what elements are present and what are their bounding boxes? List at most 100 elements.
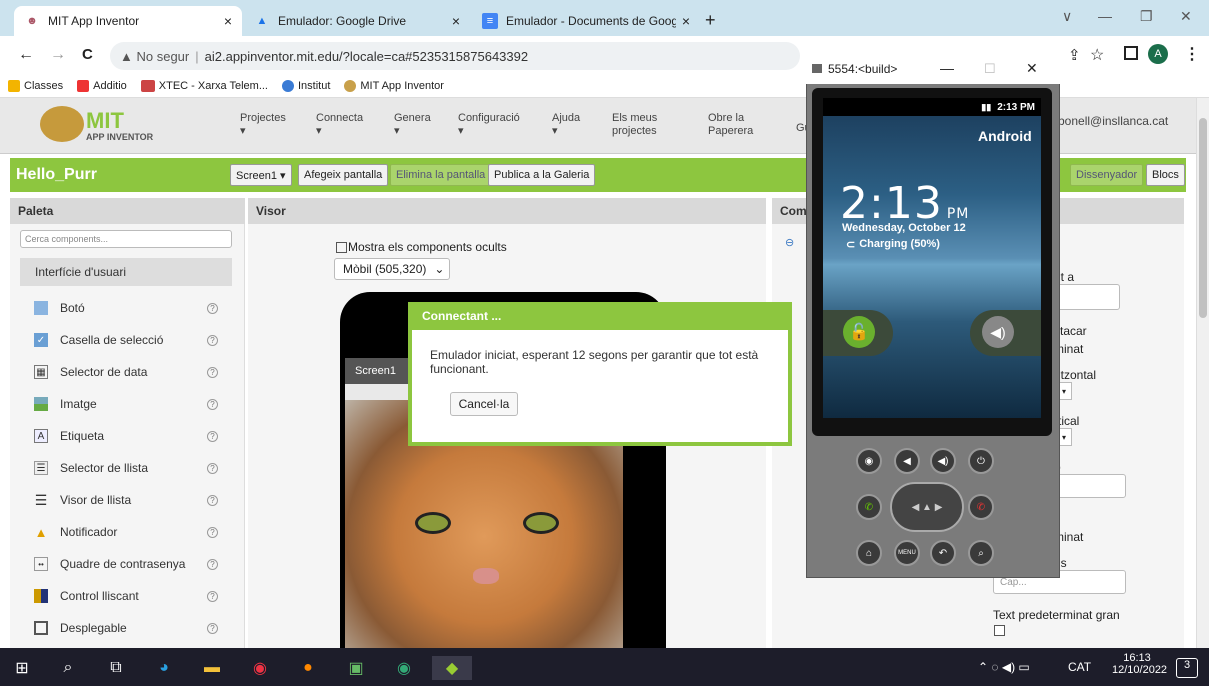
menu-my-projects[interactable]: Els meus projectes [612, 112, 672, 138]
collapse-icon[interactable]: ⊖ [785, 236, 794, 249]
help-icon[interactable]: ? [207, 302, 218, 314]
power-button[interactable]: ⏻ [968, 448, 994, 474]
end-call-button[interactable]: ✆ [968, 494, 994, 520]
dpad[interactable]: ◀ ▲ ▶ [890, 482, 964, 532]
designer-button[interactable]: Dissenyador [1070, 164, 1144, 186]
side-panel-icon[interactable] [1124, 46, 1138, 60]
volume-up-button[interactable]: ◀) [930, 448, 956, 474]
menu-connect[interactable]: Connecta ▾ [316, 112, 363, 138]
camera-button[interactable]: ◉ [856, 448, 882, 474]
firefox-icon[interactable]: ● [296, 656, 320, 680]
browser-menu-icon[interactable]: ⋮ [1184, 44, 1200, 64]
help-icon[interactable]: ? [207, 622, 218, 634]
emulator-close-button[interactable]: ✕ [1026, 60, 1038, 77]
emulator-maximize-button[interactable]: ☐ [984, 61, 996, 77]
show-hidden-checkbox[interactable]: Mostra els components ocults [336, 240, 507, 254]
maximize-button[interactable]: ❐ [1140, 8, 1153, 25]
palette-item-datepicker[interactable]: ▦ Selector de data? [20, 356, 232, 388]
close-tab-icon[interactable]: × [224, 13, 232, 29]
edge-icon[interactable]: ◕ [152, 656, 176, 680]
image-viewer-icon[interactable]: ▣ [344, 656, 368, 680]
palette-search-input[interactable]: Cerca components... [20, 230, 232, 248]
url-bar[interactable]: ▲ No segur | ai2.appinventor.mit.edu/?lo… [110, 42, 800, 70]
help-icon[interactable]: ? [207, 398, 218, 410]
menu-help[interactable]: Ajuda ▾ [552, 112, 580, 138]
palette-item-button[interactable]: Botó? [20, 292, 232, 324]
user-interface-category[interactable]: Interfície d'usuari [20, 258, 232, 286]
chrome-icon[interactable]: ◉ [248, 656, 272, 680]
windows-start-icon[interactable]: ⊞ [10, 656, 34, 680]
reload-button[interactable]: C [82, 46, 93, 63]
clock[interactable]: 16:13 12/10/2022 [1112, 652, 1167, 676]
menu-settings[interactable]: Configuració ▾ [458, 112, 520, 138]
volume-down-button[interactable]: ◀ [894, 448, 920, 474]
share-icon[interactable]: ⇪ [1068, 46, 1081, 64]
profile-avatar[interactable]: A [1148, 44, 1168, 64]
help-icon[interactable]: ? [207, 366, 218, 378]
chrome-profile-icon[interactable]: ◉ [392, 656, 416, 680]
palette-item-notifier[interactable]: ▲ Notificador? [20, 516, 232, 548]
search-icon[interactable]: ⌕ [56, 656, 80, 680]
close-tab-icon[interactable]: × [682, 13, 690, 29]
help-icon[interactable]: ? [207, 462, 218, 474]
menu-projects[interactable]: Projectes ▾ [240, 112, 286, 138]
cancel-button[interactable]: Cancel·la [450, 392, 518, 416]
palette-item-spinner[interactable]: Desplegable? [20, 612, 232, 644]
tab-google-drive[interactable]: ▲ Emulador: Google Drive × [244, 6, 470, 36]
file-explorer-icon[interactable]: ▬ [200, 656, 224, 680]
help-icon[interactable]: ? [207, 334, 218, 346]
close-tab-icon[interactable]: × [452, 13, 460, 29]
help-icon[interactable]: ? [207, 526, 218, 538]
app-inventor-bee-logo[interactable] [40, 106, 84, 142]
bookmark-additio[interactable]: Additio [77, 79, 127, 92]
emulator-minimize-button[interactable]: — [940, 60, 954, 76]
palette-item-image[interactable]: Imatge? [20, 388, 232, 420]
add-screen-button[interactable]: Afegeix pantalla [298, 164, 389, 186]
back-button[interactable]: ← [18, 46, 34, 64]
page-scrollbar[interactable] [1196, 98, 1209, 648]
tab-search-icon[interactable]: ∨ [1062, 8, 1072, 25]
blocks-button[interactable]: Blocs [1146, 164, 1185, 186]
close-window-button[interactable]: ✕ [1180, 8, 1192, 25]
palette-item-passwordtextbox[interactable]: •• Quadre de contrasenya? [20, 548, 232, 580]
tab-mit-app-inventor[interactable]: ☻ MIT App Inventor × [14, 6, 242, 36]
remove-screen-button[interactable]: Elimina la pantalla [390, 164, 492, 186]
palette-item-listview[interactable]: ☰ Visor de llista? [20, 484, 232, 516]
task-view-icon[interactable]: ⧉ [104, 656, 128, 680]
back-icon[interactable]: ↶ [930, 540, 956, 566]
help-icon[interactable]: ? [207, 430, 218, 442]
tab-google-docs[interactable]: ≡ Emulador - Documents de Googl × [472, 6, 700, 36]
sound-tab[interactable]: ◀) [970, 310, 1041, 356]
forward-button[interactable]: → [50, 46, 66, 64]
help-icon[interactable]: ? [207, 558, 218, 570]
user-email[interactable]: rbonell@insllanca.cat [1054, 114, 1168, 128]
not-secure-label[interactable]: ▲ No segur [120, 49, 189, 64]
android-emulator-icon[interactable]: ◆ [432, 656, 472, 680]
bookmark-institut[interactable]: Institut [281, 79, 330, 92]
bookmark-classes[interactable]: Classes [8, 79, 63, 92]
palette-item-slider[interactable]: Control lliscant? [20, 580, 232, 612]
tray-icons[interactable]: ⌃ ◌ ◀) ▭ [978, 660, 1030, 674]
palette-item-checkbox[interactable]: ✓ Casella de selecció? [20, 324, 232, 356]
palette-item-label[interactable]: A Etiqueta? [20, 420, 232, 452]
home-button[interactable]: ⌂ [856, 540, 882, 566]
new-tab-button[interactable]: + [705, 10, 716, 31]
menu-build[interactable]: Genera ▾ [394, 112, 431, 138]
minimize-button[interactable]: — [1098, 8, 1112, 24]
bookmark-mit-app-inventor[interactable]: MIT App Inventor [344, 79, 444, 92]
help-icon[interactable]: ? [207, 590, 218, 602]
device-size-select[interactable]: Mòbil (505,320) ⌄ [334, 258, 450, 280]
notification-center[interactable]: 3 [1176, 658, 1198, 678]
search-icon[interactable]: ⌕ [968, 540, 994, 566]
large-font-checkbox[interactable] [994, 625, 1005, 636]
help-icon[interactable]: ? [207, 494, 218, 506]
input-language[interactable]: CAT [1068, 660, 1091, 674]
publish-gallery-button[interactable]: Publica a la Galeria [488, 164, 596, 186]
screen-select-button[interactable]: Screen1 ▾ [230, 164, 292, 186]
emulator-screen[interactable] [823, 98, 1041, 418]
bookmark-xtec[interactable]: XTEC - Xarxa Telem... [140, 79, 268, 92]
scrollbar-thumb[interactable] [1199, 118, 1207, 318]
unlock-tab[interactable]: 🔓 [823, 310, 893, 356]
call-button[interactable]: ✆ [856, 494, 882, 520]
palette-item-listpicker[interactable]: ☰ Selector de llista? [20, 452, 232, 484]
